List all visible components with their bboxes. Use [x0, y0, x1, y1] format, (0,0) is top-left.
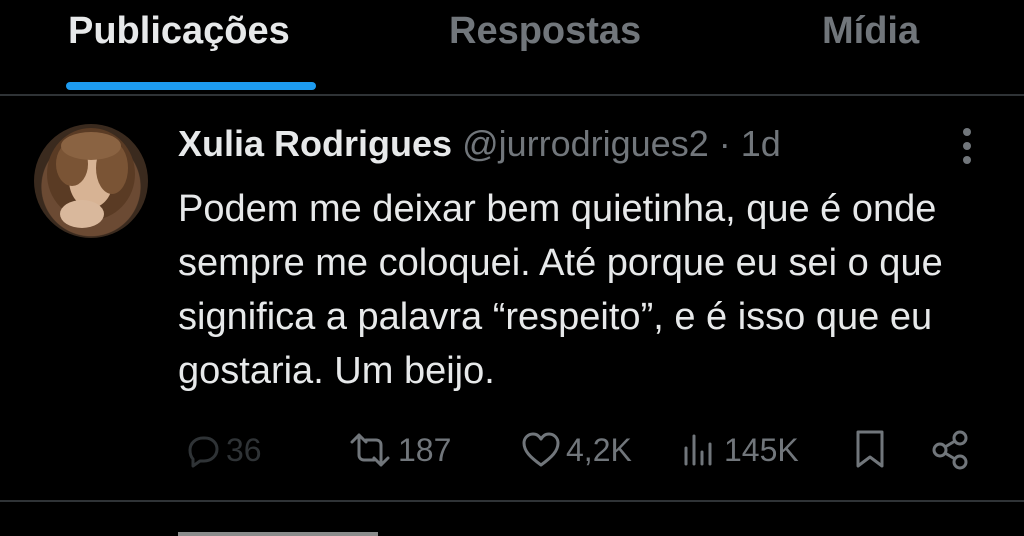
- share-icon: [928, 428, 972, 472]
- avatar[interactable]: [34, 124, 148, 238]
- views-button[interactable]: 145K: [680, 426, 799, 474]
- profile-page: Publicações Respostas Mídia Xulia Rodrig…: [0, 0, 1024, 536]
- views-count: 145K: [724, 431, 799, 468]
- post-text: Podem me deixar bem quietinha, que é ond…: [178, 188, 943, 392]
- author-handle[interactable]: @jurrodrigues2: [462, 123, 709, 164]
- active-tab-indicator: [66, 82, 316, 90]
- repost-icon: [346, 430, 394, 470]
- reply-icon: [182, 430, 222, 470]
- next-post-preview: [178, 524, 378, 536]
- reply-count: 36: [226, 431, 262, 468]
- bookmark-icon: [852, 428, 888, 472]
- post-actions: 36 187 4,2K 145K: [0, 426, 1024, 474]
- repost-count: 187: [398, 431, 452, 468]
- post-time[interactable]: 1d: [741, 123, 781, 164]
- like-button[interactable]: 4,2K: [520, 426, 632, 474]
- tab-midia[interactable]: Mídia: [822, 8, 919, 54]
- tab-respostas[interactable]: Respostas: [449, 8, 641, 54]
- tab-publicacoes[interactable]: Publicações: [68, 8, 290, 54]
- post[interactable]: Xulia Rodrigues @jurrodrigues2 · 1d Pode…: [0, 96, 1024, 502]
- post-header: Xulia Rodrigues @jurrodrigues2 · 1d: [178, 122, 781, 166]
- bookmark-button[interactable]: [852, 426, 888, 474]
- separator: ·: [718, 123, 731, 164]
- profile-tabs: Publicações Respostas Mídia: [0, 0, 1024, 96]
- more-vertical-icon[interactable]: [952, 126, 982, 166]
- views-icon: [680, 430, 720, 470]
- share-button[interactable]: [928, 426, 972, 474]
- author-name[interactable]: Xulia Rodrigues: [178, 123, 452, 164]
- repost-button[interactable]: 187: [346, 426, 451, 474]
- reply-button[interactable]: 36: [182, 426, 262, 474]
- like-icon: [520, 430, 562, 470]
- like-count: 4,2K: [566, 431, 632, 468]
